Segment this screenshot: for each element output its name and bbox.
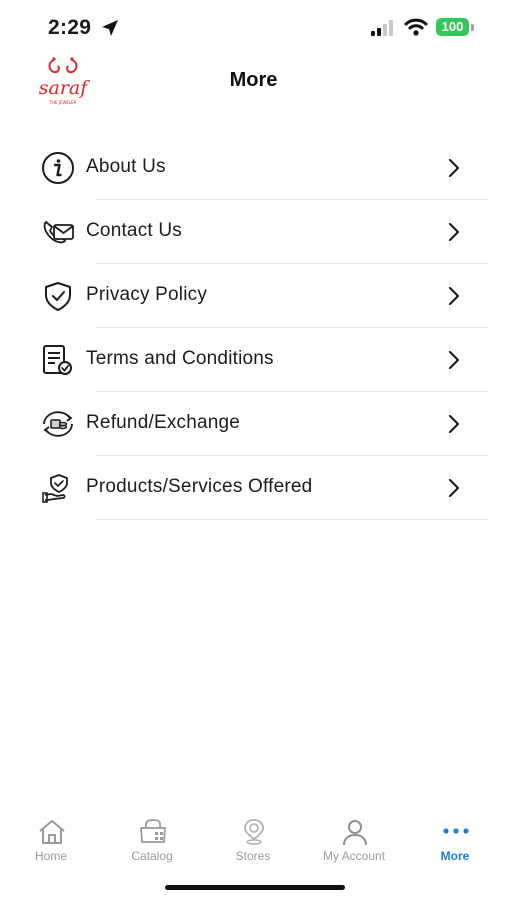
tab-label: Home <box>34 849 67 863</box>
tab-label: Stores <box>235 849 271 863</box>
tab-home[interactable]: Home <box>1 810 101 868</box>
tab-catalog[interactable]: Catalog <box>102 810 202 868</box>
menu-item-terms-and-conditions[interactable]: Terms and Conditions <box>0 328 507 392</box>
menu-label: Refund/Exchange <box>86 412 241 433</box>
menu-label: Terms and Conditions <box>86 348 274 369</box>
hand-shield-icon <box>42 474 68 503</box>
menu-item-privacy-policy[interactable]: Privacy Policy <box>0 264 507 328</box>
home-icon <box>39 820 65 844</box>
divider <box>96 519 488 520</box>
tab-label: My Account <box>322 849 386 863</box>
menu-item-products-services[interactable]: Products/Services Offered <box>0 456 507 520</box>
location-arrow-icon <box>102 20 118 36</box>
menu-label: Privacy Policy <box>86 284 208 305</box>
chevron-right-icon <box>448 222 460 242</box>
home-indicator[interactable] <box>165 885 345 890</box>
status-time: 2:29 <box>48 16 92 39</box>
wifi-icon <box>404 18 428 36</box>
signal-icon <box>371 20 393 36</box>
svg-text:THE JEWELER: THE JEWELER <box>49 100 77 105</box>
store-pin-icon <box>244 819 264 845</box>
page-title: More <box>229 69 278 91</box>
tab-label: Catalog <box>131 849 173 863</box>
chevron-right-icon <box>448 158 460 178</box>
document-check-icon <box>43 345 72 375</box>
user-icon <box>343 820 367 846</box>
tab-bar: Home Catalog Stores My Account More <box>0 810 507 870</box>
chevron-right-icon <box>448 350 460 370</box>
info-icon <box>42 152 74 184</box>
chevron-right-icon <box>448 478 460 498</box>
menu-item-refund-exchange[interactable]: Refund/Exchange <box>0 392 507 456</box>
battery-indicator: 100 <box>436 18 474 38</box>
header: saraf THE JEWELER More <box>0 56 507 112</box>
menu-list: About Us Contact Us Privacy Policy Terms… <box>0 136 507 520</box>
shield-check-icon <box>45 282 71 311</box>
menu-item-about-us[interactable]: About Us <box>0 136 507 200</box>
tab-more[interactable]: More <box>405 810 505 868</box>
menu-label: Contact Us <box>86 220 182 241</box>
more-dots-icon <box>443 828 469 834</box>
catalog-icon <box>140 819 166 843</box>
tab-my-account[interactable]: My Account <box>304 810 404 868</box>
tab-label: More <box>440 849 470 863</box>
chevron-right-icon <box>448 286 460 306</box>
battery-level: 100 <box>436 18 469 36</box>
tab-stores[interactable]: Stores <box>203 810 303 868</box>
menu-label: Products/Services Offered <box>86 476 313 497</box>
contact-icon <box>43 221 74 244</box>
status-bar: 2:29 100 <box>0 0 507 56</box>
chevron-right-icon <box>448 414 460 434</box>
menu-label: About Us <box>86 156 166 177</box>
menu-item-contact-us[interactable]: Contact Us <box>0 200 507 264</box>
refund-icon <box>43 411 73 437</box>
